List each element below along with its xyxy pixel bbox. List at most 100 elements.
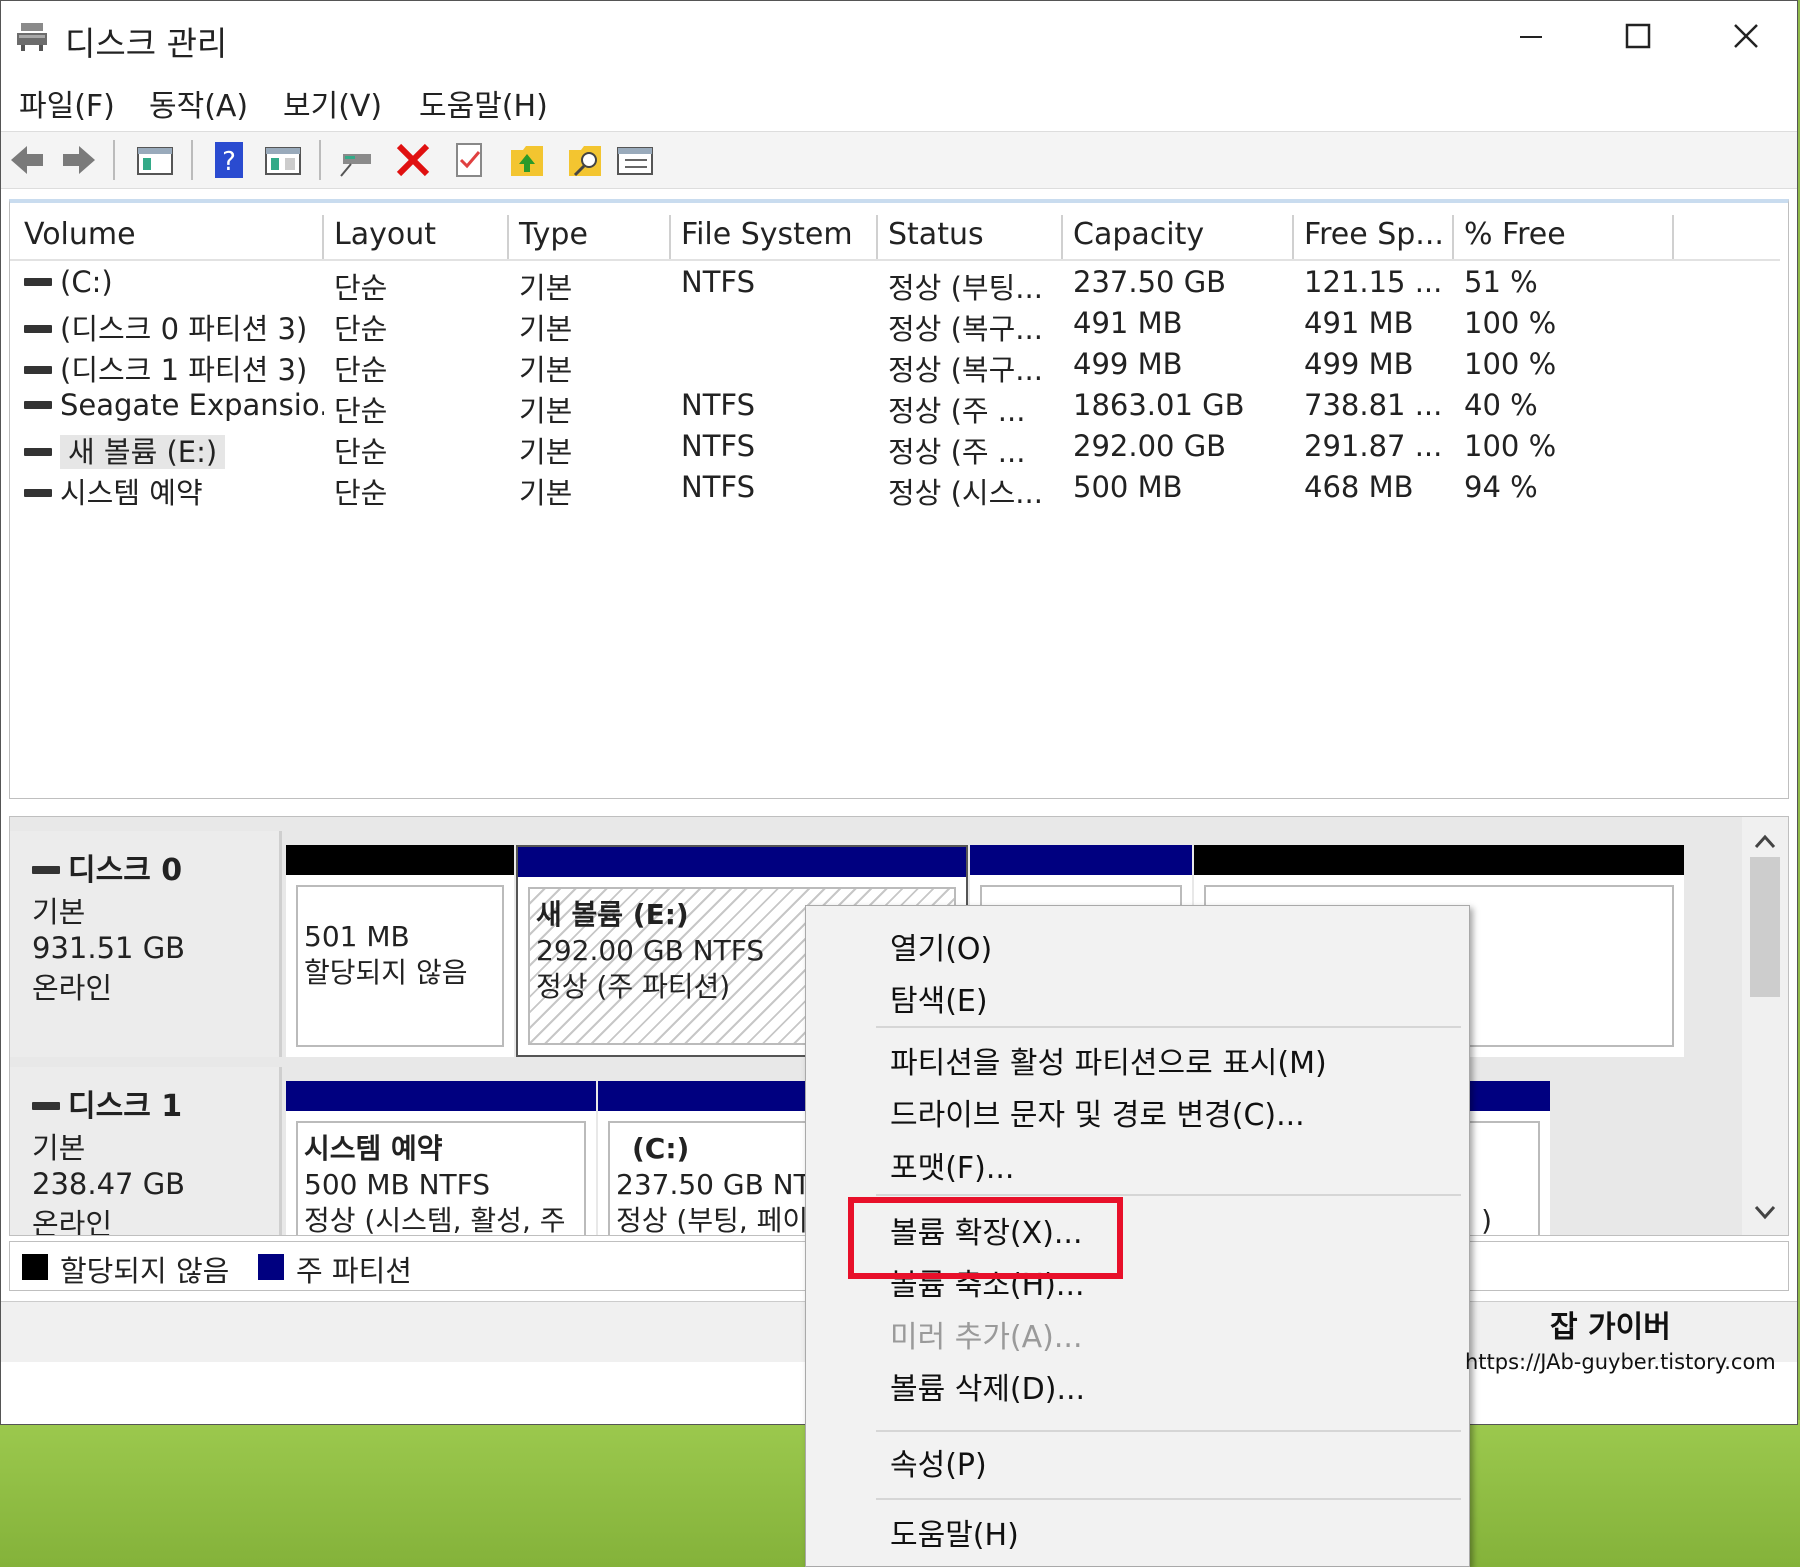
column-header-percent-free[interactable]: % Free bbox=[1454, 215, 1674, 259]
table-cell: 기본 bbox=[519, 394, 573, 428]
close-icon bbox=[1734, 24, 1758, 48]
partition-status: 정상 (시스템, 활성, 주 bbox=[304, 1204, 566, 1236]
table-cell: 단순 bbox=[334, 394, 388, 428]
table-cell: 정상 (부팅... bbox=[888, 271, 1043, 305]
column-header-layout[interactable]: Layout bbox=[324, 215, 509, 259]
up-icon[interactable] bbox=[507, 140, 547, 180]
column-header-capacity[interactable]: Capacity bbox=[1063, 215, 1294, 259]
disk-icon bbox=[32, 865, 60, 874]
help-icon[interactable]: ? bbox=[209, 140, 249, 180]
table-cell: 100 % bbox=[1464, 306, 1557, 340]
volume-drive-icon bbox=[24, 366, 52, 374]
delete-icon[interactable] bbox=[393, 140, 433, 180]
table-row[interactable]: 시스템 예약 단순 기본 NTFS 정상 (시스... 500 MB 468 MB 94 % bbox=[10, 470, 1780, 510]
table-cell: 정상 (주 ... bbox=[888, 435, 1026, 469]
console-tree-icon[interactable] bbox=[135, 140, 175, 180]
partition-color-bar bbox=[518, 847, 966, 877]
table-row[interactable]: Seagate Expansio... 단순 기본 NTFS 정상 (주 ... 1863… bbox=[10, 388, 1780, 428]
search-icon[interactable] bbox=[565, 140, 605, 180]
volume-drive-icon bbox=[24, 489, 52, 497]
table-cell: 491 MB bbox=[1304, 306, 1414, 340]
table-cell: 1863.01 GB bbox=[1073, 388, 1245, 422]
table-cell: 738.81 ... bbox=[1304, 388, 1443, 422]
disk-1-partition-system-reserved[interactable]: 시스템 예약 500 MB NTFS 정상 (시스템, 활성, 주 bbox=[286, 1081, 596, 1236]
volume-name: (디스크 1 파티션 3) bbox=[60, 353, 308, 387]
volume-name-cell: (C:) bbox=[24, 265, 324, 299]
table-cell: 291.87 ... bbox=[1304, 429, 1443, 463]
column-header-status[interactable]: Status bbox=[878, 215, 1063, 259]
watermark-name: 잡 가이버 bbox=[1550, 1310, 1671, 1345]
volume-name-cell: (디스크 1 파티션 3) bbox=[24, 347, 324, 389]
disk-name: 디스크 0 bbox=[68, 853, 183, 888]
table-cell: 정상 (주 ... bbox=[888, 394, 1026, 428]
back-icon[interactable] bbox=[7, 140, 47, 180]
close-button[interactable] bbox=[1701, 11, 1791, 61]
ctx-properties[interactable]: 속성(P) bbox=[890, 1440, 987, 1484]
disk-0-label[interactable]: 디스크 0 기본 931.51 GB 온라인 bbox=[10, 831, 282, 1057]
table-cell: NTFS bbox=[681, 470, 755, 504]
connect-icon[interactable] bbox=[337, 140, 377, 180]
ctx-mark-active[interactable]: 파티션을 활성 파티션으로 표시(M) bbox=[890, 1038, 1327, 1082]
scroll-up-icon[interactable] bbox=[1742, 827, 1788, 857]
table-cell: 기본 bbox=[519, 271, 573, 305]
scrollbar-thumb[interactable] bbox=[1750, 857, 1780, 997]
ctx-separator bbox=[876, 1498, 1461, 1500]
partition-title: 시스템 예약 bbox=[304, 1132, 443, 1165]
menu-help[interactable]: 도움말(H) bbox=[419, 81, 548, 125]
toolbar-separator bbox=[319, 140, 321, 180]
volume-name: 새 볼륨 (E:) bbox=[60, 435, 226, 469]
ctx-delete-volume[interactable]: 볼륨 삭제(D)... bbox=[890, 1364, 1085, 1408]
disk-1-label[interactable]: 디스크 1 기본 238.47 GB 온라인 bbox=[10, 1067, 282, 1235]
ctx-explore[interactable]: 탐색(E) bbox=[890, 976, 988, 1020]
ctx-format[interactable]: 포맷(F)... bbox=[890, 1143, 1014, 1187]
volume-name: 시스템 예약 bbox=[60, 476, 203, 510]
maximize-button[interactable] bbox=[1593, 11, 1683, 61]
table-cell: NTFS bbox=[681, 429, 755, 463]
menu-view[interactable]: 보기(V) bbox=[283, 81, 382, 125]
table-cell: 기본 bbox=[519, 435, 573, 469]
table-row[interactable]: 새 볼륨 (E:) 단순 기본 NTFS 정상 (주 ... 292.00 GB 291.8… bbox=[10, 429, 1780, 469]
menu-action[interactable]: 동작(A) bbox=[149, 81, 248, 125]
ctx-change-drive-letter[interactable]: 드라이브 문자 및 경로 변경(C)... bbox=[890, 1090, 1305, 1134]
table-cell: 정상 (복구... bbox=[888, 353, 1043, 387]
column-header-type[interactable]: Type bbox=[509, 215, 671, 259]
legend-label-primary: 주 파티션 bbox=[296, 1254, 412, 1288]
toolbar: ? bbox=[1, 131, 1797, 189]
table-cell: 기본 bbox=[519, 476, 573, 510]
window-title: 디스크 관리 bbox=[65, 24, 228, 63]
table-row[interactable]: (디스크 1 파티션 3) 단순 기본 정상 (복구... 499 MB 499 MB 10… bbox=[10, 347, 1780, 387]
minimize-button[interactable] bbox=[1486, 11, 1576, 61]
table-row[interactable]: (디스크 0 파티션 3) 단순 기본 정상 (복구... 491 MB 491 MB 10… bbox=[10, 306, 1780, 346]
table-cell: 40 % bbox=[1464, 388, 1538, 422]
legend-swatch-unallocated bbox=[22, 1254, 48, 1280]
disk-name: 디스크 1 bbox=[68, 1089, 183, 1124]
action-pane-icon[interactable] bbox=[263, 140, 303, 180]
column-header-volume[interactable]: Volume bbox=[14, 215, 324, 259]
list-icon[interactable] bbox=[615, 140, 655, 180]
ctx-help[interactable]: 도움말(H) bbox=[890, 1510, 1019, 1554]
column-header-file-system[interactable]: File System bbox=[671, 215, 878, 259]
table-cell: 단순 bbox=[334, 353, 388, 387]
forward-icon[interactable] bbox=[59, 140, 99, 180]
ctx-separator bbox=[876, 1194, 1461, 1196]
volume-name: (디스크 0 파티션 3) bbox=[60, 312, 308, 346]
ctx-add-mirror: 미러 추가(A)... bbox=[890, 1320, 1083, 1355]
partition-status: 할당되지 않음 bbox=[304, 956, 468, 989]
toolbar-separator bbox=[191, 140, 193, 180]
volume-name: (C:) bbox=[60, 265, 113, 299]
partition-size: 501 MB bbox=[304, 920, 410, 953]
menu-file[interactable]: 파일(F) bbox=[19, 81, 115, 125]
ctx-separator bbox=[876, 1430, 1461, 1432]
disk-0-partition-unallocated[interactable]: 501 MB 할당되지 않음 bbox=[286, 845, 514, 1057]
scroll-down-icon[interactable] bbox=[1742, 1197, 1788, 1227]
table-row[interactable]: (C:) 단순 기본 NTFS 정상 (부팅... 237.50 GB 121.15 ...… bbox=[10, 265, 1780, 305]
vertical-scrollbar[interactable] bbox=[1742, 817, 1788, 1235]
properties-icon[interactable] bbox=[449, 140, 489, 180]
disk-icon bbox=[32, 1101, 60, 1110]
column-header-free-space[interactable]: Free Sp... bbox=[1294, 215, 1454, 259]
highlight-box-extend-volume bbox=[848, 1197, 1123, 1279]
table-cell: 단순 bbox=[334, 271, 388, 305]
partition-color-bar bbox=[286, 1081, 596, 1111]
volume-list-pane: Volume Layout Type File System Status Ca… bbox=[9, 199, 1789, 799]
ctx-open[interactable]: 열기(O) bbox=[890, 924, 992, 968]
